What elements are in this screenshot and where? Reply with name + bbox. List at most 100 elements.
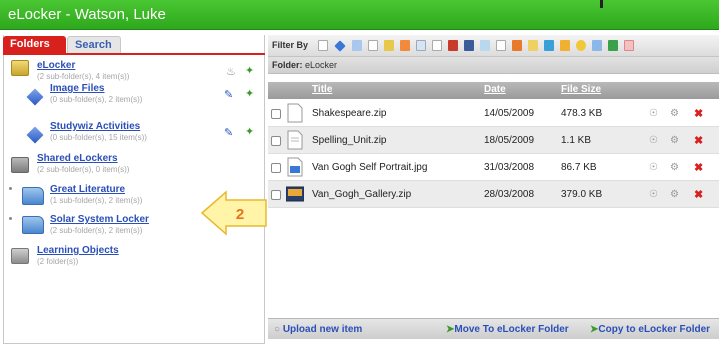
folder-label: Folder:	[272, 60, 303, 70]
info-icon[interactable]: ☉	[649, 162, 658, 173]
filter-audio-icon[interactable]	[384, 40, 394, 51]
delete-icon[interactable]: ✖	[694, 188, 703, 201]
tree-sub-count: (0 sub-folder(s), 15 item(s))	[50, 133, 147, 142]
tree-label[interactable]: Image Files	[50, 83, 104, 94]
filter-image-icon[interactable]	[352, 40, 362, 51]
callout-arrow: 2	[200, 190, 267, 236]
table-row[interactable]: Van_Gogh_Gallery.zip 28/03/2008 379.0 KB…	[268, 181, 719, 208]
row-title[interactable]: Van_Gogh_Gallery.zip	[312, 189, 411, 200]
filter-pencil-icon[interactable]	[528, 40, 538, 51]
tree-label[interactable]: Great Literature	[50, 184, 125, 195]
delete-icon[interactable]: ✖	[694, 134, 703, 147]
expand-bullet[interactable]	[9, 217, 12, 220]
delete-icon[interactable]: ✖	[694, 107, 703, 120]
edit-icon[interactable]: ⚙	[670, 135, 679, 146]
filter-calendar-icon[interactable]	[592, 40, 602, 51]
current-folder-bar: Folder: eLocker	[268, 57, 719, 74]
filter-activity-icon[interactable]	[400, 40, 410, 51]
info-icon[interactable]: ☉	[649, 108, 658, 119]
col-title[interactable]: Title	[312, 84, 332, 95]
tree-label[interactable]: eLocker	[37, 60, 75, 71]
row-checkbox[interactable]	[271, 109, 281, 119]
filter-pen-icon[interactable]	[544, 40, 554, 51]
table-header: Title Date File Size	[268, 82, 719, 99]
row-date: 28/03/2008	[484, 189, 535, 200]
share-icon[interactable]: ✦	[245, 125, 254, 138]
tree-label[interactable]: Shared eLockers	[37, 153, 118, 164]
filter-note-icon[interactable]	[496, 40, 506, 51]
edit-icon[interactable]: ⚙	[670, 189, 679, 200]
filter-pdf-icon[interactable]	[624, 40, 634, 51]
row-checkbox[interactable]	[271, 163, 281, 173]
row-checkbox[interactable]	[271, 136, 281, 146]
trash-icon[interactable]: ♨	[226, 65, 236, 78]
table-row[interactable]: Spelling_Unit.zip 18/05/2009 1.1 KB ☉ ⚙ …	[268, 127, 719, 154]
tree-sub-count: (2 folder(s))	[37, 257, 79, 266]
titlebar-marker	[600, 0, 603, 8]
row-size: 86.7 KB	[561, 162, 597, 173]
row-checkbox[interactable]	[271, 190, 281, 200]
filter-presentation-icon[interactable]	[448, 40, 458, 51]
tree-sub-count: (2 sub-folder(s), 2 item(s))	[50, 226, 143, 235]
row-size: 379.0 KB	[561, 189, 603, 200]
edit-icon[interactable]: ✎	[224, 88, 233, 101]
filter-star-icon[interactable]	[576, 40, 586, 51]
row-date: 31/03/2008	[484, 162, 535, 173]
delete-icon[interactable]: ✖	[694, 161, 703, 174]
edit-icon[interactable]: ⚙	[670, 162, 679, 173]
col-date[interactable]: Date	[484, 84, 506, 95]
tree-label[interactable]: Studywiz Activities	[50, 121, 140, 132]
filter-text-icon[interactable]	[368, 40, 378, 51]
gallery-file-icon	[286, 186, 304, 202]
tree-sub-count: (1 sub-folder(s), 2 item(s))	[50, 196, 143, 205]
window-titlebar: eLocker - Watson, Luke	[0, 0, 719, 30]
filter-package-icon[interactable]	[560, 40, 570, 51]
row-title[interactable]: Shakespeare.zip	[312, 108, 387, 119]
filter-link-icon[interactable]	[416, 40, 426, 51]
upload-icon: ○	[274, 324, 281, 335]
shared-folder-icon	[22, 187, 44, 205]
filter-web-icon[interactable]	[480, 40, 490, 51]
tree-label[interactable]: Learning Objects	[37, 245, 119, 256]
tree-sub-count: (2 sub-folder(s), 0 item(s))	[37, 165, 130, 174]
info-icon[interactable]: ☉	[649, 189, 658, 200]
folder-name: eLocker	[305, 60, 338, 70]
info-icon[interactable]: ☉	[649, 135, 658, 146]
shared-locker-icon	[11, 157, 29, 173]
filter-page-icon[interactable]	[432, 40, 442, 51]
learning-objects-icon	[11, 248, 29, 264]
tree-label[interactable]: Solar System Locker	[50, 214, 149, 225]
filter-toolbar: Filter By	[268, 35, 719, 57]
expand-bullet[interactable]	[9, 187, 12, 190]
zip-file-icon	[287, 130, 303, 150]
filter-document-icon[interactable]	[318, 40, 328, 51]
tab-underline	[3, 53, 265, 55]
table-row[interactable]: Shakespeare.zip 14/05/2009 478.3 KB ☉ ⚙ …	[268, 100, 719, 127]
table-row[interactable]: Van Gogh Self Portrait.jpg 31/03/2008 86…	[268, 154, 719, 181]
filter-video-icon[interactable]	[464, 40, 474, 51]
tree-sub-count: (0 sub-folder(s), 2 item(s))	[50, 95, 143, 104]
row-size: 478.3 KB	[561, 108, 603, 119]
edit-icon[interactable]: ⚙	[670, 108, 679, 119]
upload-button[interactable]: ○ Upload new item	[274, 324, 362, 335]
col-file-size[interactable]: File Size	[561, 84, 601, 95]
tab-search[interactable]: Search	[67, 36, 121, 54]
action-bar: ○ Upload new item ➤Move To eLocker Folde…	[268, 318, 719, 339]
shared-folder-icon	[22, 216, 44, 234]
row-title[interactable]: Spelling_Unit.zip	[312, 135, 387, 146]
filter-book-icon[interactable]	[608, 40, 618, 51]
share-icon[interactable]: ✦	[245, 64, 254, 77]
tree-sub-count: (2 sub-folder(s), 4 item(s))	[37, 72, 130, 81]
row-title[interactable]: Van Gogh Self Portrait.jpg	[312, 162, 427, 173]
image-file-icon	[287, 157, 303, 177]
edit-icon[interactable]: ✎	[224, 126, 233, 139]
tab-folders[interactable]: Folders	[3, 36, 66, 54]
move-to-folder-button[interactable]: ➤Move To eLocker Folder	[446, 324, 569, 335]
row-date: 14/05/2009	[484, 108, 535, 119]
share-icon[interactable]: ✦	[245, 87, 254, 100]
copy-to-folder-button[interactable]: ➤Copy to eLocker Folder	[590, 324, 710, 335]
filter-quiz-icon[interactable]	[512, 40, 522, 51]
file-panel: Filter By Folder: eLocker Title Date Fil…	[268, 35, 719, 344]
window-title: eLocker - Watson, Luke	[8, 6, 166, 23]
filter-folder-icon[interactable]	[334, 40, 346, 52]
